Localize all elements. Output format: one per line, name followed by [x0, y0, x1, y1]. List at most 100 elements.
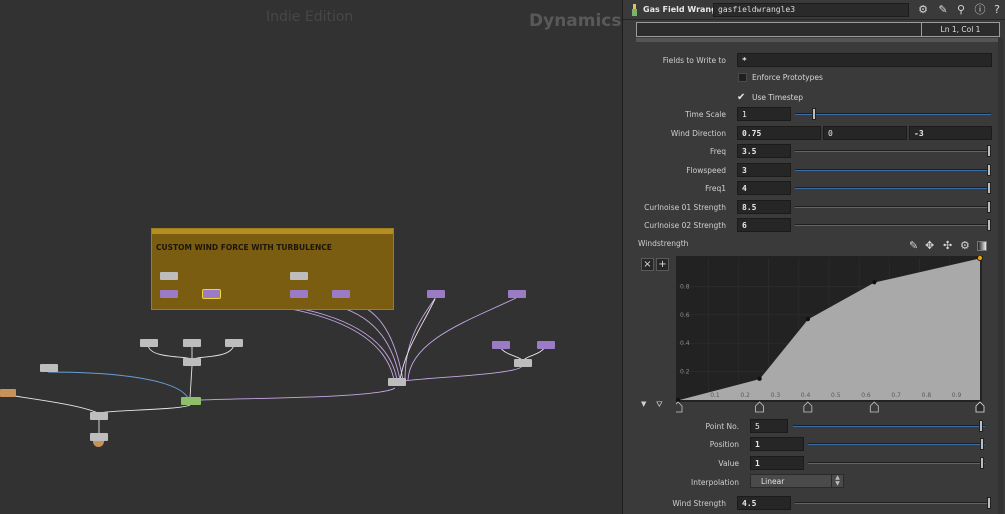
fields-to-write-input[interactable]: *: [737, 53, 992, 67]
freq-slider[interactable]: [795, 144, 991, 158]
ramp-remove-point-button[interactable]: ×: [641, 258, 654, 271]
ramp-fit-icon[interactable]: ✥: [925, 239, 934, 252]
position-input[interactable]: 1: [750, 437, 804, 451]
ramp-move-icon[interactable]: ✣: [943, 239, 952, 252]
slider-handle[interactable]: [980, 457, 984, 469]
curlnoise02-slider[interactable]: [795, 218, 991, 232]
node-tile[interactable]: [508, 290, 526, 298]
slider-handle[interactable]: [987, 182, 991, 194]
slider-handle[interactable]: [812, 108, 816, 120]
flowspeed-slider[interactable]: [795, 163, 991, 177]
node-tile[interactable]: [514, 359, 532, 367]
slider-ticks: [795, 109, 991, 111]
help-icon[interactable]: ?: [990, 3, 1004, 17]
ramp-options-icon[interactable]: ⛛: [656, 400, 663, 410]
slider-ticks: [795, 183, 991, 185]
network-box[interactable]: CUSTOM WIND FORCE WITH TURBULENCE: [151, 228, 394, 310]
node-tile[interactable]: [492, 341, 510, 349]
ramp-key-point[interactable]: [805, 316, 811, 322]
slider-handle[interactable]: [980, 438, 984, 450]
slider-handle[interactable]: [987, 145, 991, 157]
freq1-input[interactable]: 4: [737, 181, 791, 195]
node-tile[interactable]: [160, 272, 178, 280]
ramp-key-flag[interactable]: [803, 401, 813, 413]
wind-strength-slider[interactable]: [795, 496, 991, 510]
slider-track: [793, 425, 985, 427]
ramp-expand-arrow-icon[interactable]: ▼: [641, 400, 646, 408]
slider-handle[interactable]: [987, 497, 991, 509]
node-tile[interactable]: [181, 397, 201, 405]
slider-handle[interactable]: [987, 201, 991, 213]
node-name-field[interactable]: gasfieldwrangle3: [713, 3, 909, 17]
curlnoise02-input[interactable]: 6: [737, 218, 791, 232]
node-tile[interactable]: [427, 290, 445, 298]
slider-handle[interactable]: [987, 219, 991, 231]
snippet-editor[interactable]: Ln 1, Col 1: [636, 22, 1000, 37]
node-tile[interactable]: [290, 272, 308, 280]
ramp-x-tick-label: 0.8: [922, 392, 932, 399]
curlnoise01-slider[interactable]: [795, 200, 991, 214]
value-slider[interactable]: [808, 456, 985, 470]
node-tile[interactable]: [537, 341, 555, 349]
freq1-slider[interactable]: [795, 181, 991, 195]
ramp-y-tick-label: 0.6: [680, 312, 690, 319]
ramp-flags[interactable]: [676, 401, 985, 413]
ramp-key-point[interactable]: [757, 376, 762, 381]
use-timestep-checkbox[interactable]: ✔: [737, 93, 745, 103]
node-tile[interactable]: [160, 290, 178, 298]
ramp-key-flag[interactable]: [975, 401, 985, 413]
windstrength-ramp-graph[interactable]: 0.2 0.4 0.6 0.8 0.1 0.2 0.3 0.4 0.5 0.6 0.7 0.8 0.9: [676, 256, 986, 416]
ramp-pencil-icon[interactable]: ✎: [909, 239, 918, 252]
ramp-key-flag[interactable]: [869, 401, 879, 413]
node-tile[interactable]: [90, 433, 108, 441]
ramp-color-icon[interactable]: [977, 241, 987, 251]
node-tile[interactable]: [332, 290, 350, 298]
freq-input[interactable]: 3.5: [737, 144, 791, 158]
ramp-gear-icon[interactable]: ⚙: [960, 239, 970, 252]
node-tile[interactable]: [90, 412, 108, 420]
search-icon[interactable]: ⚲: [954, 3, 968, 17]
windstrength-ramp-label: Windstrength: [638, 239, 689, 248]
curlnoise01-input[interactable]: 8.5: [737, 200, 791, 214]
point-no-input[interactable]: 5: [750, 419, 788, 433]
network-box-header[interactable]: [152, 229, 393, 234]
flowspeed-input[interactable]: 3: [737, 163, 791, 177]
info-icon[interactable]: ⓘ: [973, 3, 987, 17]
slider-handle[interactable]: [987, 164, 991, 176]
node-tile[interactable]: [40, 364, 58, 372]
time-scale-input[interactable]: 1: [737, 107, 791, 121]
node-tile[interactable]: [0, 389, 16, 397]
node-tile[interactable]: [388, 378, 406, 386]
node-tile[interactable]: [140, 339, 158, 347]
slider-handle[interactable]: [979, 420, 983, 432]
time-scale-slider[interactable]: [795, 107, 991, 121]
node-tile[interactable]: [183, 358, 201, 366]
ramp-add-point-button[interactable]: +: [656, 258, 669, 271]
selected-node[interactable]: [202, 289, 221, 299]
ramp-key-flag[interactable]: [755, 401, 764, 413]
gear-icon[interactable]: ⚙: [916, 3, 930, 17]
brush-icon[interactable]: ✎: [936, 3, 950, 17]
node-tile[interactable]: [290, 290, 308, 298]
position-slider[interactable]: [808, 437, 985, 451]
wind-direction-y-input[interactable]: 0: [823, 126, 907, 140]
node-tile[interactable]: [183, 339, 201, 347]
position-label: Position: [709, 440, 739, 449]
ramp-key-point[interactable]: [977, 256, 983, 261]
network-editor[interactable]: Indie Edition Dynamics CUSTOM WIND FORCE…: [0, 0, 622, 514]
parameter-scrollbar[interactable]: [998, 38, 1003, 514]
wind-strength-input[interactable]: 4.5: [737, 496, 791, 510]
enforce-prototypes-checkbox[interactable]: [738, 73, 747, 82]
slider-ticks: [793, 421, 985, 423]
node-tile[interactable]: [225, 339, 243, 347]
value-input[interactable]: 1: [750, 456, 804, 470]
ramp-key-flag[interactable]: [676, 401, 683, 413]
slider-ticks: [808, 458, 985, 460]
ramp-key-point[interactable]: [872, 279, 877, 285]
snippet-scrollbar[interactable]: [636, 38, 1000, 42]
point-no-slider[interactable]: [793, 419, 985, 433]
wind-direction-z-input[interactable]: -3: [909, 126, 992, 140]
interpolation-dropdown[interactable]: Linear ▲ ▼: [750, 474, 844, 488]
wind-direction-x-input[interactable]: 0.75: [737, 126, 821, 140]
value-label: Value: [718, 459, 739, 468]
